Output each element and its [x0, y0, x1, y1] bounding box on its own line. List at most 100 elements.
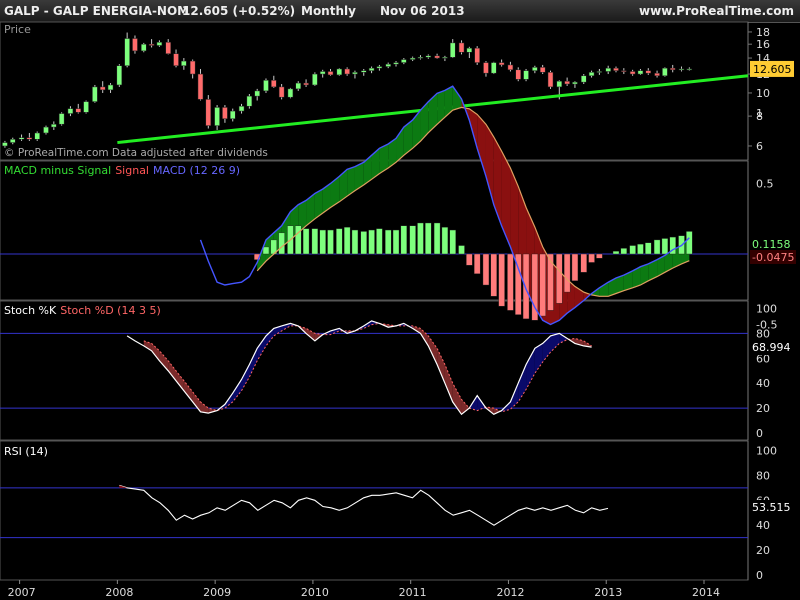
- candle-up: [116, 65, 123, 86]
- candle-up: [637, 70, 644, 75]
- candle-up: [107, 84, 114, 91]
- macd-hist-bar: [441, 227, 449, 255]
- watermark-text: © ProRealTime.com Data adjusted after di…: [4, 147, 268, 159]
- signal-value-label: -0.0475: [752, 251, 794, 264]
- candle-up: [229, 110, 236, 119]
- macd-hist-bar: [376, 228, 383, 255]
- candle-down: [434, 55, 440, 59]
- candle-down: [75, 108, 82, 113]
- candle-up: [18, 137, 25, 140]
- macd-hist-bar: [409, 225, 416, 255]
- rsi-tick-label: 100: [756, 445, 777, 458]
- candle-down: [669, 67, 676, 71]
- candle-down: [474, 47, 480, 63]
- macd-hist-bar: [637, 243, 644, 255]
- candle-down: [458, 42, 465, 53]
- candle-down: [327, 71, 334, 76]
- candle-up: [287, 88, 294, 98]
- candle-up: [409, 57, 416, 60]
- stoch-legend-1: Stoch %D (14 3 5): [60, 304, 161, 317]
- candle-down: [197, 73, 204, 100]
- macd-hist-bar: [425, 222, 432, 255]
- panel-frame-0: [0, 21, 749, 161]
- candle-up: [491, 62, 497, 74]
- macd-hist-bar: [417, 222, 424, 255]
- macd-hist-bar: [522, 253, 530, 320]
- macd-hist-bar: [311, 228, 319, 255]
- macd-hist-bar: [384, 229, 392, 255]
- candle-up: [556, 80, 563, 88]
- candle-down: [344, 68, 350, 75]
- stoch-tick-label: 0: [756, 427, 763, 440]
- macd-hist-bar: [458, 245, 465, 255]
- candle-up: [336, 68, 343, 76]
- candle-down: [539, 67, 546, 73]
- candle-up: [51, 123, 57, 128]
- price-tick-label: 16: [756, 38, 770, 51]
- macd-legend-0: MACD minus Signal: [4, 164, 111, 177]
- rsi-legend: RSI (14): [4, 445, 48, 458]
- macd-hist-bar: [368, 229, 375, 255]
- x-tick-label: 2009: [203, 586, 231, 599]
- last-price-label: 12.605: [753, 63, 792, 76]
- macd-hist-bar: [490, 253, 497, 297]
- candle-down: [629, 71, 636, 75]
- candle-down: [99, 86, 106, 91]
- candle-up: [2, 142, 8, 147]
- macd-hist-bar: [360, 231, 367, 255]
- candle-up: [449, 42, 456, 58]
- macd-hist-bar: [449, 229, 456, 255]
- candle-up: [466, 47, 473, 53]
- x-tick-label: 2012: [496, 586, 524, 599]
- macd-legend-2: MACD (12 26 9): [153, 164, 240, 177]
- candle-up: [401, 59, 407, 63]
- candle-up: [532, 67, 538, 71]
- candle-up: [319, 71, 326, 75]
- rsi-tick-label: 0: [756, 569, 763, 582]
- candle-up: [368, 67, 375, 71]
- macd-tick-label: 1: [756, 107, 763, 120]
- candle-up: [43, 126, 49, 134]
- price-tick-label: 6: [756, 140, 763, 153]
- x-tick-label: 2011: [399, 586, 427, 599]
- candle-up: [376, 66, 383, 69]
- candle-up: [246, 95, 253, 107]
- macd-hist-bar: [466, 253, 473, 266]
- candle-up: [361, 70, 367, 73]
- macd-hist-bar: [547, 253, 554, 311]
- candle-up: [385, 63, 391, 67]
- candle-up: [34, 132, 40, 140]
- candle-up: [254, 90, 260, 97]
- macd-hist-bar: [588, 253, 595, 263]
- candle-down: [613, 67, 619, 71]
- candle-down: [483, 62, 489, 74]
- candle-down: [26, 137, 33, 140]
- candle-down: [654, 72, 660, 77]
- price-panel-title: Price: [4, 23, 31, 36]
- candle-up: [442, 57, 448, 59]
- macd-hist-bar: [539, 253, 546, 317]
- candle-up: [141, 43, 147, 52]
- x-tick-label: 2008: [105, 586, 133, 599]
- candle-up: [295, 82, 301, 90]
- candle-up: [92, 86, 98, 102]
- candle-down: [547, 72, 554, 88]
- candle-down: [222, 107, 228, 119]
- x-tick-label: 2007: [8, 586, 36, 599]
- candle-up: [417, 57, 424, 59]
- macd-hist-bar: [336, 228, 343, 255]
- candle-up: [263, 80, 269, 92]
- candle-up: [83, 101, 89, 113]
- candle-up: [238, 105, 245, 112]
- rsi-tick-label: 80: [756, 469, 770, 482]
- macd-value-label: 0.1158: [752, 238, 791, 251]
- candle-down: [278, 86, 285, 98]
- macd-hist-bar: [262, 246, 270, 255]
- candle-up: [662, 67, 668, 77]
- candle-down: [148, 43, 155, 46]
- candle-down: [165, 42, 171, 54]
- macd-hist-bar: [343, 227, 351, 255]
- macd-hist-bar: [433, 222, 441, 255]
- candle-up: [352, 72, 358, 75]
- macd-hist-bar: [612, 250, 620, 255]
